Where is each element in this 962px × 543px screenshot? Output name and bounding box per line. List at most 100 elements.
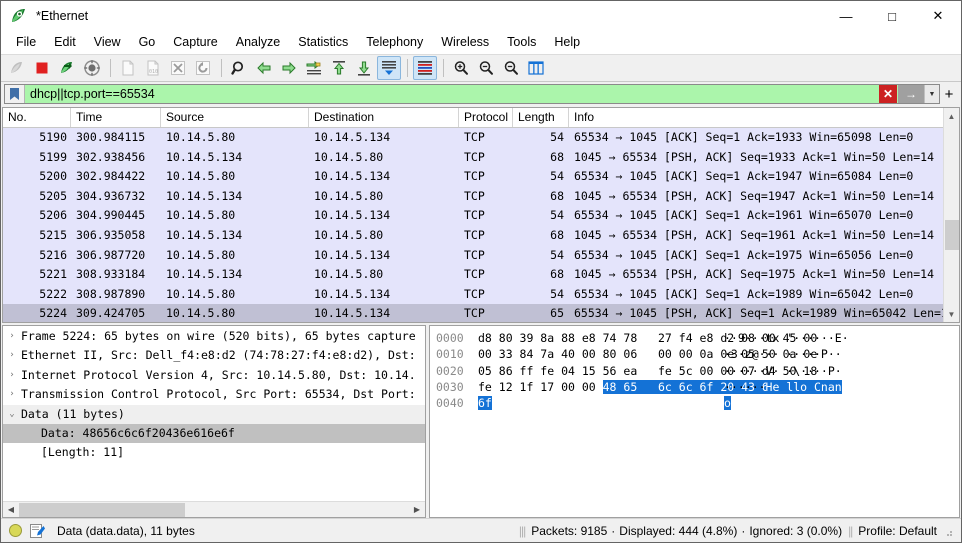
detail-tree-item[interactable]: Data: 48656c6c6f20436e616e6f [3, 423, 425, 444]
table-row[interactable]: 5224 309.424705 10.14.5.80 10.14.5.134 TCP 65… [3, 304, 959, 322]
column-header-protocol[interactable]: Protocol [459, 108, 513, 127]
packet-details-horizontal-scrollbar[interactable]: ◀ ▶ [3, 501, 425, 517]
hexdump-line[interactable]: 0000 d8 80 39 8a 88 e8 74 78 27 f4 e8 d2 … [436, 330, 959, 346]
table-row[interactable]: 5190 300.984115 10.14.5.80 10.14.5.134 TCP 54… [3, 128, 959, 148]
expert-info-icon[interactable] [9, 524, 22, 537]
detail-tree-item[interactable]: [Length: 11] [3, 443, 425, 462]
menu-statistics[interactable]: Statistics [289, 32, 357, 53]
maximize-button[interactable]: □ [869, 1, 915, 31]
hexdump-line[interactable]: 0010 00 33 84 7a 40 00 80 06 00 00 0a 0e … [436, 346, 959, 362]
auto-scroll-icon[interactable] [377, 56, 401, 80]
column-header-length[interactable]: Length [513, 108, 569, 127]
scroll-thumb-horizontal[interactable] [19, 502, 185, 517]
hexdump-line[interactable]: 0020 05 86 ff fe 04 15 56 ea fe 5c 00 00 … [436, 363, 959, 379]
table-row[interactable]: 5221 308.933184 10.14.5.134 10.14.5.80 TCP 68… [3, 265, 959, 285]
hexdump-line[interactable]: 0040 6f o [436, 395, 959, 411]
cell-time: 304.936732 [76, 188, 146, 203]
clear-filter-button[interactable]: ✕ [879, 85, 897, 103]
hexdump-line[interactable]: 0030 fe 12 1f 17 00 00 48 65 6c 6c 6f 20 … [436, 379, 959, 395]
zoom-out-icon[interactable] [474, 56, 498, 80]
packet-bytes-hexdump[interactable]: 0000 d8 80 39 8a 88 e8 74 78 27 f4 e8 d2 … [430, 326, 959, 517]
close-file-icon[interactable] [166, 56, 190, 80]
colorize-packets-icon[interactable] [413, 56, 437, 80]
scroll-down-icon[interactable]: ▼ [944, 306, 960, 322]
zoom-reset-icon[interactable] [499, 56, 523, 80]
packet-bytes-pane[interactable]: 0000 d8 80 39 8a 88 e8 74 78 27 f4 e8 d2 … [429, 325, 960, 518]
resize-columns-icon[interactable] [524, 56, 548, 80]
packet-details-tree[interactable]: › Frame 5224: 65 bytes on wire (520 bits)… [3, 326, 425, 501]
menu-telephony[interactable]: Telephony [357, 32, 432, 53]
cell-protocol: TCP [464, 267, 485, 282]
restart-capture-icon[interactable] [55, 56, 79, 80]
find-packet-icon[interactable] [227, 56, 251, 80]
column-header-time[interactable]: Time [71, 108, 161, 127]
go-forward-icon[interactable] [277, 56, 301, 80]
add-filter-button[interactable]: + [940, 86, 958, 103]
scroll-up-icon[interactable]: ▲ [944, 108, 960, 124]
packet-list-body[interactable]: 5190 300.984115 10.14.5.80 10.14.5.134 TCP 54… [3, 128, 959, 322]
scroll-track[interactable] [944, 124, 960, 306]
menu-capture[interactable]: Capture [164, 32, 226, 53]
display-filter-text[interactable]: dhcp||tcp.port==65534 [25, 87, 879, 101]
column-header-destination[interactable]: Destination [309, 108, 459, 127]
reload-file-icon[interactable] [191, 56, 215, 80]
packet-list[interactable]: No. Time Source Destination Protocol Len… [2, 107, 960, 323]
hexdump-hex-plain: fe 12 1f 17 00 00 [478, 379, 603, 394]
chevron-down-icon[interactable]: ▼ [924, 85, 939, 103]
minimize-button[interactable]: — [823, 1, 869, 31]
detail-tree-item[interactable]: › Internet Protocol Version 4, Src: 10.14… [3, 366, 425, 385]
apply-filter-button[interactable]: → [898, 85, 924, 103]
menu-analyze[interactable]: Analyze [227, 32, 289, 53]
go-to-packet-icon[interactable] [302, 56, 326, 80]
table-row[interactable]: 5216 306.987720 10.14.5.80 10.14.5.134 TCP 54… [3, 245, 959, 266]
packet-list-vertical-scrollbar[interactable]: ▲ ▼ [943, 108, 959, 322]
column-header-info[interactable]: Info [569, 108, 949, 127]
scroll-thumb[interactable] [944, 220, 959, 250]
table-row[interactable]: 5222 308.987890 10.14.5.80 10.14.5.134 TCP 54… [3, 284, 959, 305]
detail-tree-item[interactable]: › Transmission Control Protocol, Src Port… [3, 385, 425, 404]
chevron-right-icon[interactable]: › [3, 327, 21, 346]
chevron-right-icon[interactable]: › [3, 366, 21, 385]
bookmark-icon[interactable] [5, 85, 25, 103]
stop-capture-icon[interactable] [30, 56, 54, 80]
chevron-right-icon[interactable]: › [3, 385, 21, 404]
status-profile[interactable]: Profile: Default [858, 524, 937, 538]
column-header-no[interactable]: No. [3, 108, 71, 127]
detail-tree-item[interactable]: › Frame 5224: 65 bytes on wire (520 bits)… [3, 327, 425, 346]
save-file-icon[interactable]: 010 [141, 56, 165, 80]
resize-grip-icon[interactable] [941, 524, 955, 538]
menu-tools[interactable]: Tools [498, 32, 545, 53]
menu-edit[interactable]: Edit [45, 32, 85, 53]
packet-details-pane[interactable]: › Frame 5224: 65 bytes on wire (520 bits)… [2, 325, 426, 518]
menu-help[interactable]: Help [545, 32, 589, 53]
open-file-icon[interactable] [116, 56, 140, 80]
go-back-icon[interactable] [252, 56, 276, 80]
scroll-track-horizontal[interactable] [19, 502, 409, 518]
table-row[interactable]: 5200 302.984422 10.14.5.80 10.14.5.134 TCP 54… [3, 167, 959, 187]
status-displayed-count: Displayed: 444 (4.8%) [619, 523, 738, 538]
table-row[interactable]: 5215 306.935058 10.14.5.134 10.14.5.80 TCP 68… [3, 225, 959, 246]
menu-view[interactable]: View [85, 32, 130, 53]
menu-file[interactable]: File [7, 32, 45, 53]
go-last-packet-icon[interactable] [352, 56, 376, 80]
zoom-in-icon[interactable] [449, 56, 473, 80]
detail-tree-item[interactable]: › Ethernet II, Src: Dell_f4:e8:d2 (74:78:… [3, 346, 425, 365]
go-first-packet-icon[interactable] [327, 56, 351, 80]
chevron-right-icon[interactable]: › [3, 346, 21, 365]
display-filter-input[interactable]: dhcp||tcp.port==65534 ✕ → ▼ [4, 84, 940, 104]
column-header-source[interactable]: Source [161, 108, 309, 127]
table-row[interactable]: 5199 302.938456 10.14.5.134 10.14.5.80 TCP 68… [3, 147, 959, 168]
scroll-left-icon[interactable]: ◀ [3, 502, 19, 518]
start-capture-icon[interactable] [5, 56, 29, 80]
chevron-down-icon[interactable]: ⌄ [3, 405, 21, 424]
scroll-right-icon[interactable]: ▶ [409, 502, 425, 518]
table-row[interactable]: 5206 304.990445 10.14.5.80 10.14.5.134 TCP 54… [3, 206, 959, 226]
detail-tree-item[interactable]: ⌄ Data (11 bytes) [3, 404, 425, 424]
menu-wireless[interactable]: Wireless [432, 32, 498, 53]
menu-go[interactable]: Go [130, 32, 165, 53]
cell-protocol: TCP [464, 149, 485, 164]
capture-options-icon[interactable] [80, 56, 104, 80]
capture-comment-icon[interactable] [30, 523, 45, 538]
table-row[interactable]: 5205 304.936732 10.14.5.134 10.14.5.80 TCP 68… [3, 186, 959, 207]
close-button[interactable]: ✕ [915, 1, 961, 31]
